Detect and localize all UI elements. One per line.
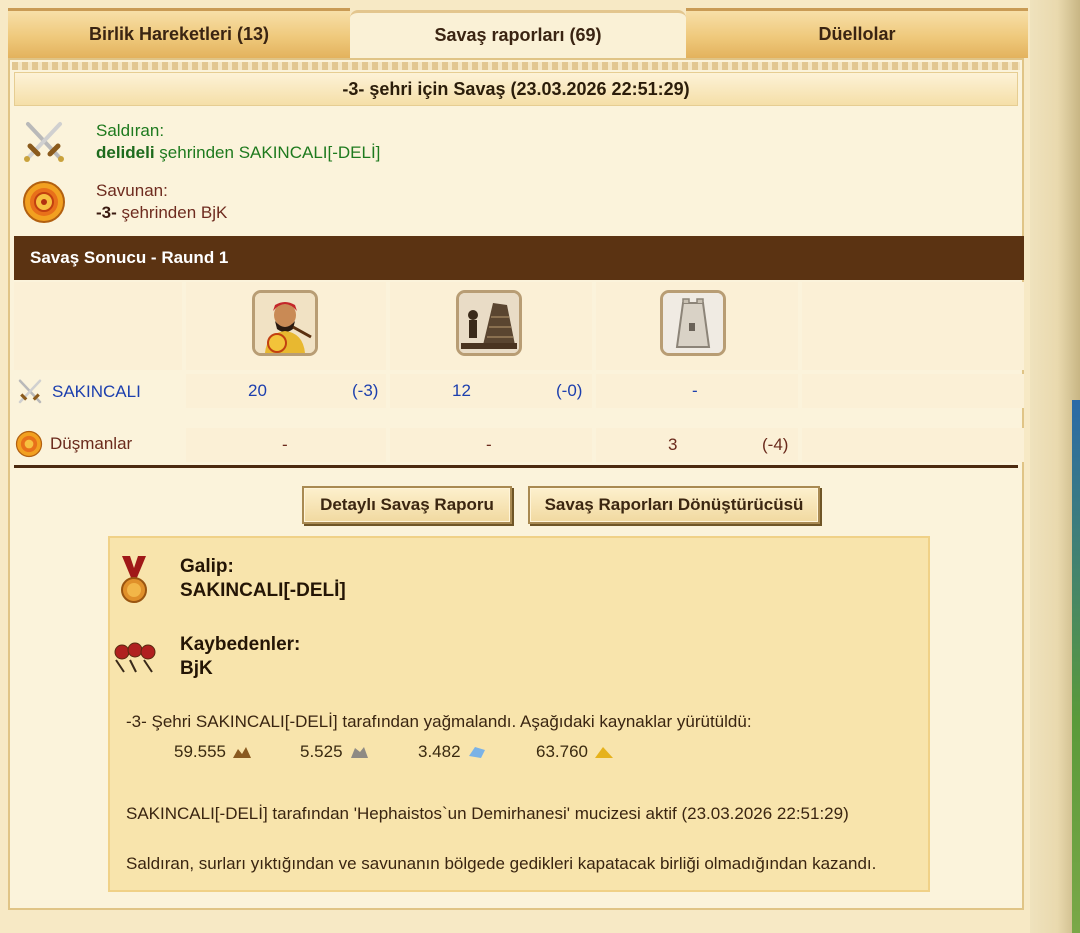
unit-count: - (282, 435, 288, 454)
attacker-unit-1-cell: 20 (-3) (186, 374, 386, 408)
unit-count: - (692, 381, 698, 400)
defender-unit-3-cell: 3 (-4) (596, 428, 798, 462)
victory-reason-text: Saldıran, surları yıktığından ve savunan… (126, 854, 877, 873)
background-map-strip (1030, 0, 1080, 933)
report-converter-button[interactable]: Savaş Raporları Dönüştürücüsü (528, 486, 820, 524)
map-edge (1072, 400, 1080, 933)
attacker-empty-cell (802, 374, 1024, 408)
attacker-owner-text: şehrinden SAKINCALI[-DELİ] (154, 143, 381, 162)
battle-result-header: Savaş Sonucu - Raund 1 (14, 236, 1024, 280)
defender-empty-cell (802, 428, 1024, 462)
plunder-text: -3- Şehri SAKINCALI[-DELİ] tarafından ya… (126, 712, 752, 731)
unit-column-2 (390, 282, 592, 370)
unit-count: - (486, 435, 492, 454)
header-empty-cell-right (802, 282, 1024, 370)
defender-row-label: Düşmanlar (14, 428, 132, 460)
attacker-row-label: SAKINCALI (14, 376, 141, 408)
losers-label: Kaybedenler: (180, 634, 301, 655)
attacker-player-link[interactable]: SAKINCALI (52, 382, 141, 402)
unit-loss: (-0) (556, 381, 583, 400)
header-empty-cell (14, 282, 182, 370)
catapult-unit-icon[interactable] (456, 290, 522, 356)
resource-amount: 3.482 (418, 742, 461, 761)
attacker-unit-3-cell: - (596, 374, 798, 408)
defender-unit-1-cell: - (186, 428, 386, 462)
battle-outcome-box: Galip: SAKINCALI[-DELİ] Kaybedenler: BjK… (108, 536, 930, 892)
wonder-text: SAKINCALI[-DELİ] tarafından 'Hephaistos`… (126, 804, 849, 823)
medal-icon (121, 556, 147, 603)
defender-heading: Savunan: (96, 181, 168, 200)
unit-count: 12 (452, 381, 471, 400)
tab-duels[interactable]: Düellolar (686, 8, 1028, 58)
winner-name: SAKINCALI[-DELİ] (180, 580, 346, 601)
shield-icon (23, 181, 65, 223)
unit-column-1 (186, 282, 386, 370)
unit-count: 3 (668, 435, 678, 454)
crystal-icon (468, 747, 485, 758)
attacker-unit-2-cell: 12 (-0) (390, 374, 592, 408)
tab-battle-reports[interactable]: Savaş raporları (69) (350, 10, 686, 58)
table-divider (14, 465, 1018, 468)
unit-loss: (-4) (762, 435, 789, 454)
report-tabs: Birlik Hareketleri (13) Savaş raporları … (8, 8, 1028, 58)
defender-unit-2-cell: - (390, 428, 592, 462)
resource-amount: 59.555 (174, 742, 226, 761)
city-wall-icon[interactable] (660, 290, 726, 356)
crossed-swords-icon (24, 122, 64, 162)
stone-icon (350, 747, 368, 758)
defender-owner-text: şehrinden BjK (116, 203, 228, 222)
unit-loss: (-3) (352, 381, 379, 400)
defender-city-link[interactable]: -3- (96, 203, 117, 222)
resource-amount: 63.760 (536, 742, 588, 761)
unit-column-3 (596, 282, 798, 370)
unit-count: 20 (248, 381, 267, 400)
resource-wood: 59.555 (174, 742, 252, 762)
attacker-heading: Saldıran: (96, 121, 165, 140)
battle-report-panel: -3- şehri için Savaş (23.03.2026 22:51:2… (8, 58, 1024, 910)
attacker-city-link[interactable]: delideli (96, 143, 155, 162)
defeated-units-icon (114, 642, 156, 673)
resource-sulfur: 63.760 (536, 742, 614, 762)
decorative-border (12, 62, 1020, 70)
resource-crystal: 3.482 (418, 742, 487, 762)
crossed-swords-icon (18, 379, 42, 404)
resource-stone: 5.525 (300, 742, 369, 762)
detailed-report-button[interactable]: Detaylı Savaş Raporu (302, 486, 512, 524)
shield-icon (15, 430, 43, 458)
defender-player-label: Düşmanlar (50, 434, 133, 453)
sulfur-icon (595, 747, 613, 758)
losers-name: BjK (180, 658, 213, 679)
winner-label: Galip: (180, 556, 234, 577)
resource-amount: 5.525 (300, 742, 343, 761)
hoplite-unit-icon[interactable] (252, 290, 318, 356)
report-title: -3- şehri için Savaş (23.03.2026 22:51:2… (14, 72, 1018, 106)
wood-icon (233, 747, 251, 758)
tab-unit-movements[interactable]: Birlik Hareketleri (13) (8, 8, 350, 58)
